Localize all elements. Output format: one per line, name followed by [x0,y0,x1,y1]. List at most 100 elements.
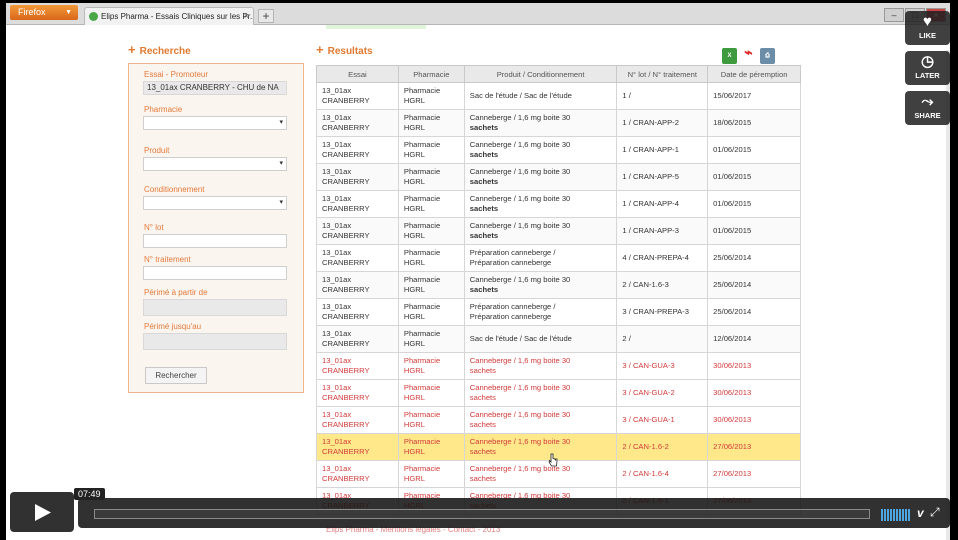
web-page: + Recherche Essai - Promoteur 13_01ax CRA… [6,25,950,540]
conditionnement-select[interactable] [143,196,287,210]
cell-lot-text: 2 / CAN-1.6-2 [622,442,669,451]
table-row[interactable]: 13_01axCRANBERRYPharmacieHGRLCanneberge … [316,352,801,380]
vimeo-logo-icon[interactable]: v [917,506,924,520]
volume-icon[interactable] [881,508,911,521]
cell-lot-text: 3 / CAN-GUA-3 [622,361,675,370]
table-row[interactable]: 13_01ax CRANBERRY Pharmacie HGRL Sac de l'ét… [316,325,801,353]
play-button[interactable] [10,492,74,532]
cell-essai-text: CRANBERRY [322,366,370,375]
cell-pharmacie-text: HGRL [403,474,425,483]
perime-to-input[interactable] [143,333,287,350]
table-row[interactable]: 13_01axCRANBERRYPharmacieHGRLCanneberge … [316,379,801,407]
firefox-menu-button[interactable]: Firefox ▼ [10,5,78,20]
search-panel: Essai - Promoteur 13_01ax CRANBERRY - CH… [128,63,304,393]
cell-produit-text: sachets [469,150,499,159]
excel-icon[interactable]: X [722,48,737,64]
col-lot[interactable]: N° lot / N° traitement [616,65,709,83]
cell-lot: 1 / CRAN-APP-1 [616,136,709,164]
browser-chrome: Firefox ▼ Elips Pharma - Essais Cliniques… [6,3,950,25]
later-label: LATER [915,71,940,80]
cell-pharmacie-text: HGRL [403,96,425,105]
table-row[interactable]: 13_01ax CRANBERRY Pharmacie HGRL Préparation… [316,244,801,272]
search-button[interactable]: Rechercher [145,367,207,384]
cell-produit: Préparation canneberge / Préparation cann… [463,298,618,326]
progress-bar[interactable] [94,509,870,519]
search-section-title: + Recherche [128,42,191,57]
essai-field[interactable]: 13_01ax CRANBERRY - CHU de NA [143,81,287,95]
search-title-text: Recherche [139,46,191,57]
cell-lot-text: 1 / CRAN-APP-2 [622,118,679,127]
cell-pharmacie-text: Pharmacie [403,329,441,338]
cell-date: 01/06/2015 [707,136,801,164]
cell-date-text: 12/06/2014 [713,334,752,343]
favicon-icon [89,12,98,21]
cell-produit-text: sachets [469,123,499,132]
browser-tab[interactable]: Elips Pharma - Essais Cliniques sur les … [84,7,254,25]
cell-pharmacie-text: HGRL [403,339,425,348]
cell-essai-text: CRANBERRY [322,312,370,321]
cell-pharmacie-text: Pharmacie [403,356,441,365]
col-essai[interactable]: Essai [316,65,399,83]
cell-pharmacie: PharmacieHGRL [397,244,465,272]
cell-essai-text: CRANBERRY [322,420,370,429]
col-produit[interactable]: Produit / Conditionnement [463,65,618,83]
like-label: LIKE [918,31,937,40]
cell-produit-text: sachets [469,177,499,186]
share-button[interactable]: ⤳ SHARE [905,91,950,125]
cell-pharmacie: PharmacieHGRL [397,379,465,407]
cell-essai-text: 13_01ax [322,275,352,284]
cell-essai-text: 13_01ax [322,167,352,176]
table-row[interactable]: 13_01axCRANBERRYPharmacieHGRLCanneberge … [316,190,801,218]
col-pharmacie[interactable]: Pharmacie [397,65,465,83]
col-date[interactable]: Date de péremption [707,65,801,83]
pharmacie-select[interactable] [143,116,287,130]
produit-select[interactable] [143,157,287,171]
print-icon[interactable]: ⎙ [760,48,775,64]
new-tab-button[interactable]: + [258,9,274,23]
table-row[interactable]: 13_01axCRANBERRYPharmacieHGRLCanneberge … [316,433,801,461]
minimize-icon[interactable]: – [884,8,904,22]
cell-pharmacie: PharmacieHGRL [397,460,465,488]
table-row[interactable]: 13_01ax CRANBERRY Pharmacie HGRL Préparation… [316,298,801,326]
lot-input[interactable] [143,234,287,248]
table-row[interactable]: 13_01axCRANBERRYPharmacieHGRLCanneberge … [316,271,801,299]
cell-essai-text: 13_01ax [322,410,352,419]
cell-lot-text: 2 / CAN-1.6-4 [622,469,669,478]
cell-lot-text: 4 / CRAN-PREPA-4 [622,253,689,262]
pdf-icon[interactable]: ⌁ [741,44,756,60]
cell-pharmacie-text: HGRL [403,258,425,267]
table-row[interactable]: 13_01axCRANBERRYPharmacieHGRLCanneberge … [316,217,801,245]
cell-produit-text: Canneberge / 1,6 mg boite 30 [469,140,571,149]
table-row[interactable]: 13_01axCRANBERRYPharmacieHGRLCanneberge … [316,460,801,488]
cell-date-text: 01/06/2015 [713,226,752,235]
player-controls: v ⤢ [78,498,950,528]
cell-produit-text: Préparation canneberge [469,312,552,321]
cell-lot: 1 / CRAN-APP-5 [616,163,709,191]
cell-produit-text: Canneberge / 1,6 mg boite 30 [469,194,571,203]
cell-pharmacie: PharmacieHGRL [397,163,465,191]
perime-from-input[interactable] [143,299,287,316]
header-fragment [326,25,426,29]
cell-produit-text: Canneberge / 1,6 mg boite 30 [469,356,571,365]
table-row[interactable]: 13_01axCRANBERRYPharmacieHGRLCanneberge … [316,163,801,191]
table-header-row: Essai Pharmacie Produit / Conditionnemen… [316,65,801,83]
cell-essai: 13_01axCRANBERRY [316,217,399,245]
label-pharmacie: Pharmacie [144,105,183,114]
clock-icon: ◷ [920,53,935,70]
watch-later-button[interactable]: ◷ LATER [905,51,950,85]
table-row[interactable]: 13_01axCRANBERRYPharmacieHGRLCanneberge … [316,406,801,434]
like-button[interactable]: ♥ LIKE [905,11,950,45]
table-row[interactable]: 13_01ax CRANBERRY Pharmacie HGRL Sac de l'ét… [316,82,801,110]
cell-date: 01/06/2015 [707,163,801,191]
table-row[interactable]: 13_01axCRANBERRYPharmacieHGRLCanneberge … [316,136,801,164]
cell-produit-text: Canneberge / 1,6 mg boite 30 [469,383,571,392]
table-row[interactable]: 13_01axCRANBERRYPharmacieHGRLCanneberge … [316,109,801,137]
cell-essai-text: CRANBERRY [322,285,370,294]
fullscreen-icon[interactable]: ⤢ [930,505,940,520]
close-tab-icon[interactable]: × [244,8,249,25]
cell-produit: Canneberge / 1,6 mg boite 30sachets [463,190,618,218]
cell-date: 27/06/2013 [707,433,801,461]
traitement-input[interactable] [143,266,287,280]
cell-pharmacie-text: HGRL [403,204,425,213]
cell-essai: 13_01axCRANBERRY [316,271,399,299]
